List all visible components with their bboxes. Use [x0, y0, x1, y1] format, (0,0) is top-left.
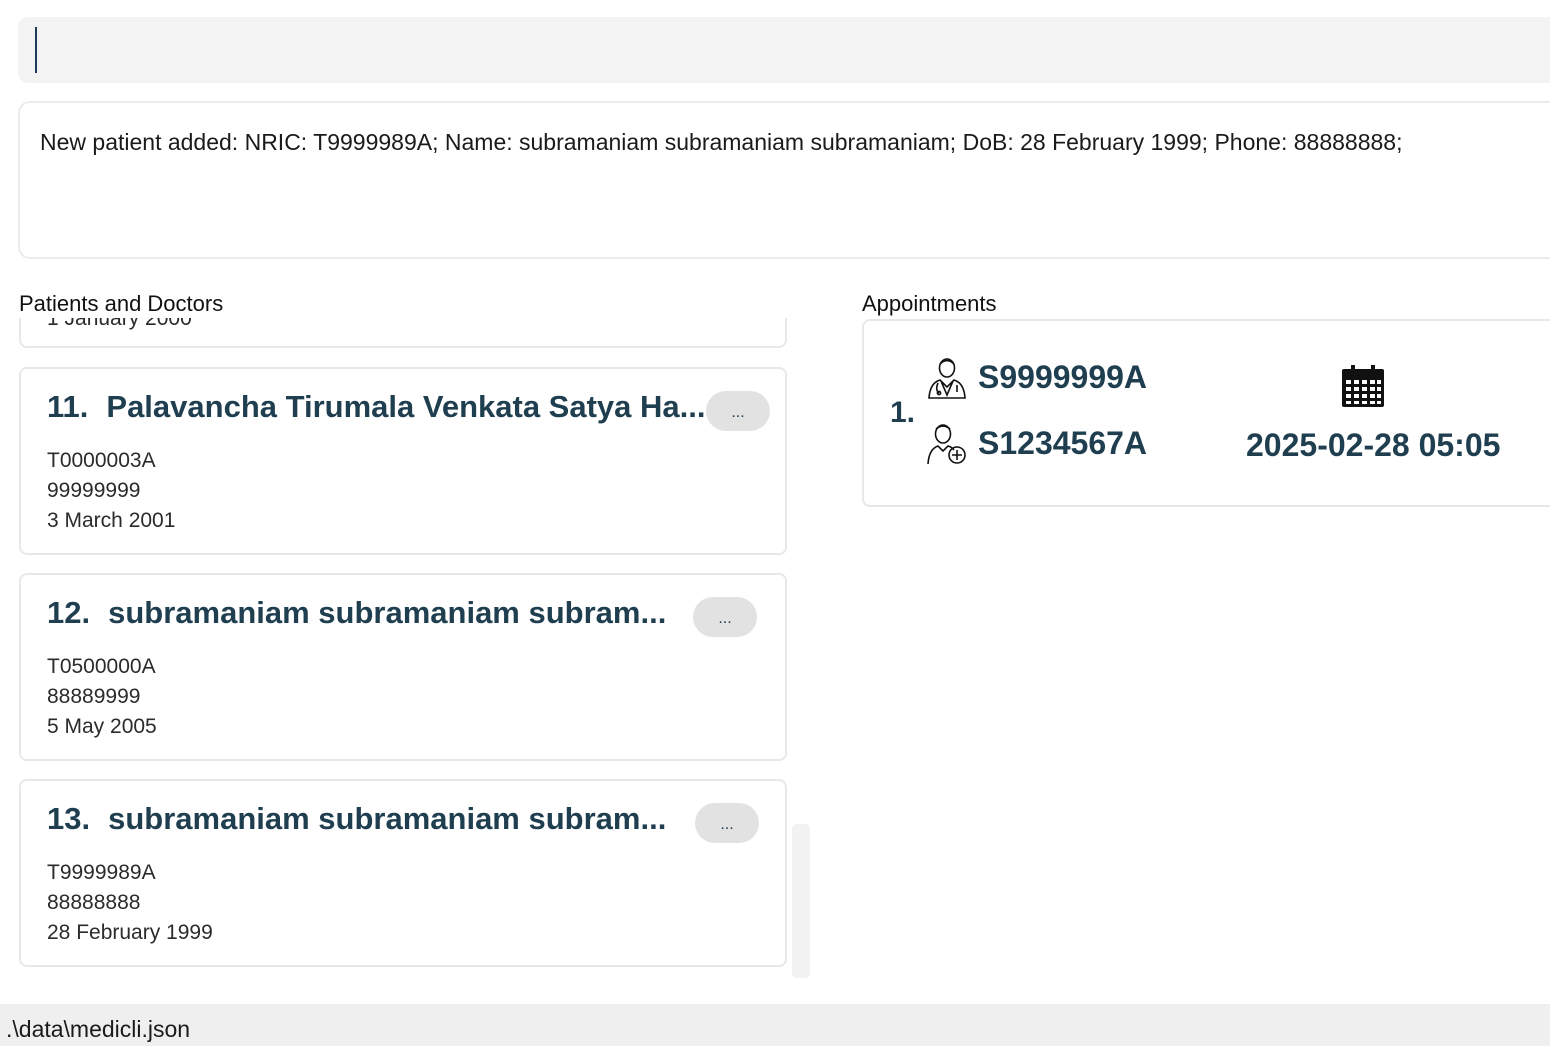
doctor-icon [928, 358, 966, 399]
more-button[interactable]: ... [695, 803, 759, 843]
result-message: New patient added: NRIC: T9999989A; Name… [40, 129, 1403, 155]
status-bar: .\data\medicli.json [0, 1004, 1550, 1046]
patient-icon [927, 424, 966, 465]
dob-text: 3 March 2001 [47, 509, 176, 532]
nric-text: T9999989A [47, 861, 156, 884]
calendar-icon [1342, 365, 1384, 407]
data-file-path: .\data\medicli.json [6, 1016, 191, 1042]
list-item-cutoff[interactable]: 1 January 2000 [19, 318, 787, 348]
name-text: subramaniam subramaniam subram... [108, 801, 667, 836]
patient-nric: S1234567A [978, 425, 1148, 461]
phone-text: 88889999 [47, 685, 141, 708]
person-name: 13. subramaniam subramaniam subram... [47, 801, 666, 837]
name-text: subramaniam subramaniam subram... [108, 595, 667, 630]
list-index: 12. [47, 595, 91, 630]
text-caret [35, 27, 37, 73]
result-display: New patient added: NRIC: T9999989A; Name… [18, 101, 1550, 259]
patients-panel-label: Patients and Doctors [19, 291, 228, 317]
person-name: 11. Palavancha Tirumala Venkata Satya Ha.… [47, 389, 705, 425]
list-item[interactable]: 11. Palavancha Tirumala Venkata Satya Ha.… [19, 367, 787, 555]
cutoff-dob: 1 January 2000 [47, 318, 192, 330]
nric-text: T0500000A [47, 655, 156, 678]
appointment-index: 1. [890, 396, 916, 429]
phone-text: 88888888 [47, 891, 141, 914]
list-index: 13. [47, 801, 91, 836]
appointment-datetime: 2025-02-28 05:05 [1246, 427, 1501, 463]
appointment-item[interactable]: 1. S9999999A S1234567A 2025-02-28 05:05 [862, 319, 1550, 507]
patient-list[interactable]: 1 January 2000 11. Palavancha Tirumala Ve… [18, 318, 788, 990]
command-input[interactable] [18, 17, 1550, 83]
list-scrollbar[interactable] [792, 824, 810, 978]
dob-text: 28 February 1999 [47, 921, 213, 944]
nric-text: T0000003A [47, 449, 156, 472]
more-button[interactable]: ... [693, 597, 757, 637]
name-text: Palavancha Tirumala Venkata Satya Ha... [106, 389, 706, 424]
appointments-panel-label: Appointments [862, 291, 1001, 317]
list-index: 11. [47, 389, 89, 424]
list-item[interactable]: 12. subramaniam subramaniam subram... ...… [19, 573, 787, 761]
phone-text: 99999999 [47, 479, 141, 502]
person-name: 12. subramaniam subramaniam subram... [47, 595, 666, 631]
more-button[interactable]: ... [706, 391, 770, 431]
doctor-nric: S9999999A [978, 359, 1148, 395]
dob-text: 5 May 2005 [47, 715, 157, 738]
list-item[interactable]: 13. subramaniam subramaniam subram... ...… [19, 779, 787, 967]
